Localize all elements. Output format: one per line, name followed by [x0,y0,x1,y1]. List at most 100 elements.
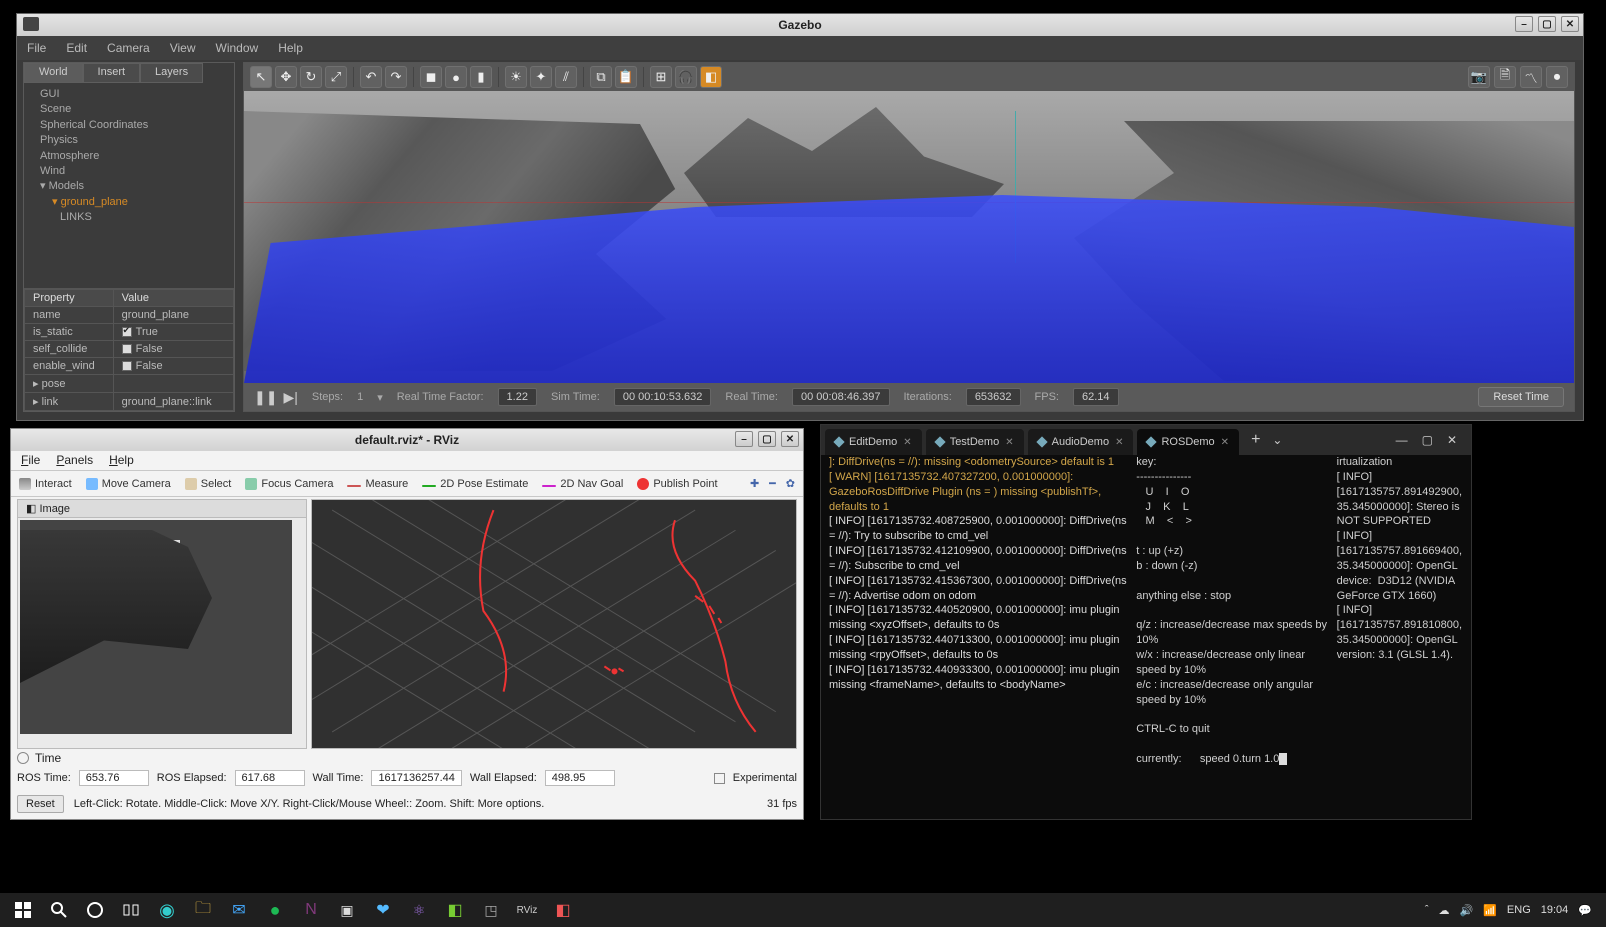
prop-link-val[interactable]: ground_plane::link [113,393,233,411]
experimental-checkbox[interactable] [714,773,725,784]
unknown-app-icon[interactable]: ❤ [366,895,400,925]
minimize-button[interactable]: – [735,431,753,447]
tab-dropdown-icon[interactable]: ⌄ [1272,433,1282,447]
tool-measure[interactable]: Measure [347,478,408,490]
checkbox-icon[interactable] [122,361,132,371]
tab-layers[interactable]: Layers [140,63,203,83]
step-icon[interactable]: ▶| [283,389,297,406]
terminal-tab[interactable]: TestDemo✕ [926,429,1024,455]
menu-camera[interactable]: Camera [107,41,150,55]
prop-name-val[interactable]: ground_plane [113,307,233,324]
cortana-icon[interactable] [78,895,112,925]
tree-selected-model[interactable]: ▾ ground_plane [32,195,226,210]
directional-light-icon[interactable]: ⫽ [555,66,577,88]
world-tree[interactable]: GUI Scene Spherical Coordinates Physics … [24,83,234,288]
point-light-icon[interactable]: ☀ [505,66,527,88]
terminal-pane-1[interactable]: ]: DiffDrive(ns = //): missing <odometry… [829,455,1130,811]
onenote-icon[interactable]: N [294,895,328,925]
rviz-image-view[interactable] [20,520,292,734]
menu-window[interactable]: Window [216,41,259,55]
rviz-taskbar-icon[interactable]: RViz [510,895,544,925]
tool-select[interactable]: Select [185,478,232,490]
prop-static-val[interactable]: True [113,324,233,341]
remove-tool-icon[interactable]: ━ [769,477,776,490]
undo-icon[interactable]: ↶ [360,66,382,88]
maximize-button[interactable]: ▢ [1538,16,1556,32]
vs-icon[interactable]: ⚛ [402,895,436,925]
prop-collide-val[interactable]: False [113,341,233,358]
gazebo-3d-viewport[interactable] [244,91,1574,383]
mail-icon[interactable]: ✉ [222,895,256,925]
tool-interact[interactable]: Interact [19,478,72,490]
move-tool-icon[interactable]: ✥ [275,66,297,88]
terminal-tab[interactable]: EditDemo✕ [825,429,922,455]
tree-atmosphere[interactable]: Atmosphere [32,149,226,164]
menu-edit[interactable]: Edit [66,41,87,55]
system-tray[interactable]: ˆ ☁ 🔊 📶 ENG 19:04 💬 [1417,904,1600,917]
close-button[interactable]: ✕ [1447,433,1457,447]
terminal-pane-3[interactable]: irtualization [ INFO] [1617135757.891492… [1337,455,1463,811]
tree-spherical[interactable]: Spherical Coordinates [32,118,226,133]
menu-view[interactable]: View [170,41,196,55]
pause-icon[interactable]: ❚❚ [254,389,277,406]
tool-publish-point[interactable]: Publish Point [637,478,717,490]
terminal-tab[interactable]: AudioDemo✕ [1028,429,1134,455]
terminal-tab-active[interactable]: ROSDemo✕ [1137,429,1239,455]
redo-icon[interactable]: ↷ [385,66,407,88]
tool-move-camera[interactable]: Move Camera [86,478,171,490]
language-indicator[interactable]: ENG [1507,904,1531,916]
close-button[interactable]: ✕ [781,431,799,447]
menu-help[interactable]: Help [109,453,134,468]
terminal-body[interactable]: ]: DiffDrive(ns = //): missing <odometry… [829,455,1463,811]
cursor-tool-icon[interactable]: ↖ [250,66,272,88]
maximize-button[interactable]: ▢ [758,431,776,447]
gazebo-titlebar[interactable]: Gazebo – ▢ ✕ [17,14,1583,36]
time-panel-toggle-icon[interactable] [17,752,29,764]
maximize-button[interactable]: ▢ [1422,433,1433,447]
task-view-icon[interactable] [114,895,148,925]
close-icon[interactable]: ✕ [1005,437,1013,448]
menu-help[interactable]: Help [278,41,303,55]
plugin-icon[interactable]: ◧ [700,66,722,88]
new-tab-button[interactable]: + [1243,431,1268,449]
terminal-app-icon[interactable]: ▣ [330,895,364,925]
close-icon[interactable]: ✕ [903,437,911,448]
tab-world[interactable]: World [24,63,83,83]
search-icon[interactable] [42,895,76,925]
screenshot-icon[interactable]: 📷 [1468,66,1490,88]
image-panel-undock-icon[interactable]: ◧ [26,503,36,515]
copy-icon[interactable]: ⧉ [590,66,612,88]
camtasia-icon[interactable]: ◧ [438,895,472,925]
steps-spinner-icon[interactable]: ▾ [377,391,383,404]
tool-2d-nav-goal[interactable]: 2D Nav Goal [542,478,623,490]
prop-pose-key[interactable]: ▸ pose [25,375,114,393]
minimize-button[interactable]: — [1396,433,1408,447]
tool-focus-camera[interactable]: Focus Camera [245,478,333,490]
recorder-icon[interactable]: ◧ [546,895,580,925]
menu-file[interactable]: File [21,453,40,468]
close-button[interactable]: ✕ [1561,16,1579,32]
tool-gear-icon[interactable]: ✿ [786,477,795,490]
log-icon[interactable]: 🗎 [1494,66,1516,88]
tree-scene[interactable]: Scene [32,102,226,117]
prop-wind-val[interactable]: False [113,358,233,375]
snap-icon[interactable]: ⊞ [650,66,672,88]
spot-light-icon[interactable]: ✦ [530,66,552,88]
checkbox-icon[interactable] [122,327,132,337]
minimize-button[interactable]: – [1515,16,1533,32]
tool-2d-pose[interactable]: 2D Pose Estimate [422,478,528,490]
box-shape-icon[interactable]: ◼ [420,66,442,88]
tree-links[interactable]: LINKS [32,210,226,225]
plot-icon[interactable]: 〽 [1520,66,1542,88]
spotify-icon[interactable]: ● [258,895,292,925]
edge-icon[interactable]: ◉ [150,895,184,925]
menu-file[interactable]: File [27,41,46,55]
volume-icon[interactable]: 🔊 [1460,904,1474,917]
clock[interactable]: 19:04 [1541,904,1569,916]
start-button[interactable] [6,895,40,925]
audio-icon[interactable]: 🎧 [675,66,697,88]
prop-link-key[interactable]: ▸ link [25,393,114,411]
close-icon[interactable]: ✕ [1115,437,1123,448]
menu-panels[interactable]: Panels [56,453,93,468]
terminal-pane-2[interactable]: key: --------------- U I O J K L M < > t… [1136,455,1330,811]
